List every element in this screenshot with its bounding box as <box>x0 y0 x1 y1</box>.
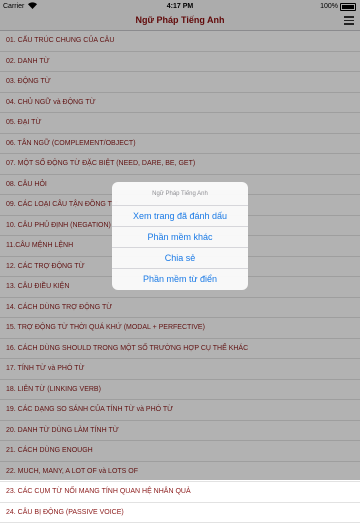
action-sheet-title: Ngữ Pháp Tiếng Anh <box>112 182 248 206</box>
list-item[interactable]: 23. CÁC CỤM TỪ NỐI MANG TÍNH QUAN HỆ NHÂ… <box>0 482 360 503</box>
list-item[interactable]: 24. CÂU BỊ ĐỘNG (PASSIVE VOICE) <box>0 503 360 523</box>
share-button[interactable]: Chia sẻ <box>112 248 248 269</box>
dictionary-app-button[interactable]: Phần mềm từ điển <box>112 269 248 290</box>
other-apps-button[interactable]: Phần mềm khác <box>112 227 248 248</box>
bookmarks-button[interactable]: Xem trang đã đánh dấu <box>112 206 248 227</box>
action-sheet: Ngữ Pháp Tiếng Anh Xem trang đã đánh dấu… <box>112 182 248 290</box>
